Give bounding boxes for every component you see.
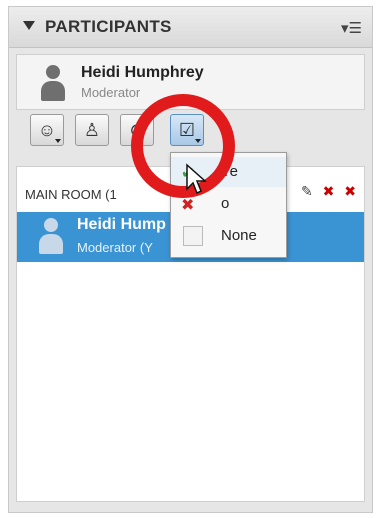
panel-menu-icon[interactable]: ▾☰ [341, 19, 362, 37]
edit-icon[interactable]: ✎ [301, 183, 313, 199]
current-user-role: Moderator [81, 85, 141, 100]
current-user-name: Heidi Humphrey [81, 64, 204, 81]
none-box-icon [183, 226, 203, 246]
participant-role: Moderator (Y [77, 240, 153, 255]
remove-status-icon[interactable]: ✖ [323, 183, 335, 199]
user-avatar-icon [41, 65, 65, 101]
panel-title: PARTICIPANTS [45, 17, 172, 36]
user-role-button[interactable]: ♙ [75, 114, 109, 146]
clear-icon[interactable]: ✖ [344, 183, 356, 199]
annotation-circle [131, 94, 235, 198]
dropdown-caret-icon [55, 139, 61, 143]
mouse-cursor-icon [186, 163, 207, 195]
room-actions: ✎ ✖ ✖ [295, 183, 356, 200]
no-x-icon: ✖ [181, 197, 195, 214]
status-menu-label: o [221, 195, 230, 212]
status-menu-item-none[interactable]: None [171, 221, 286, 251]
participant-avatar-icon [39, 218, 63, 254]
user-role-icon: ♙ [83, 120, 101, 140]
participant-name: Heidi Hump [77, 216, 166, 233]
status-menu-label: None [221, 227, 257, 244]
emoticon-icon: ☺ [37, 120, 57, 140]
collapse-triangle-icon[interactable] [23, 21, 35, 30]
panel-header: PARTICIPANTS ▾☰ [9, 7, 372, 48]
emoticon-button[interactable]: ☺ [30, 114, 64, 146]
room-label: MAIN ROOM (1 [25, 187, 117, 202]
